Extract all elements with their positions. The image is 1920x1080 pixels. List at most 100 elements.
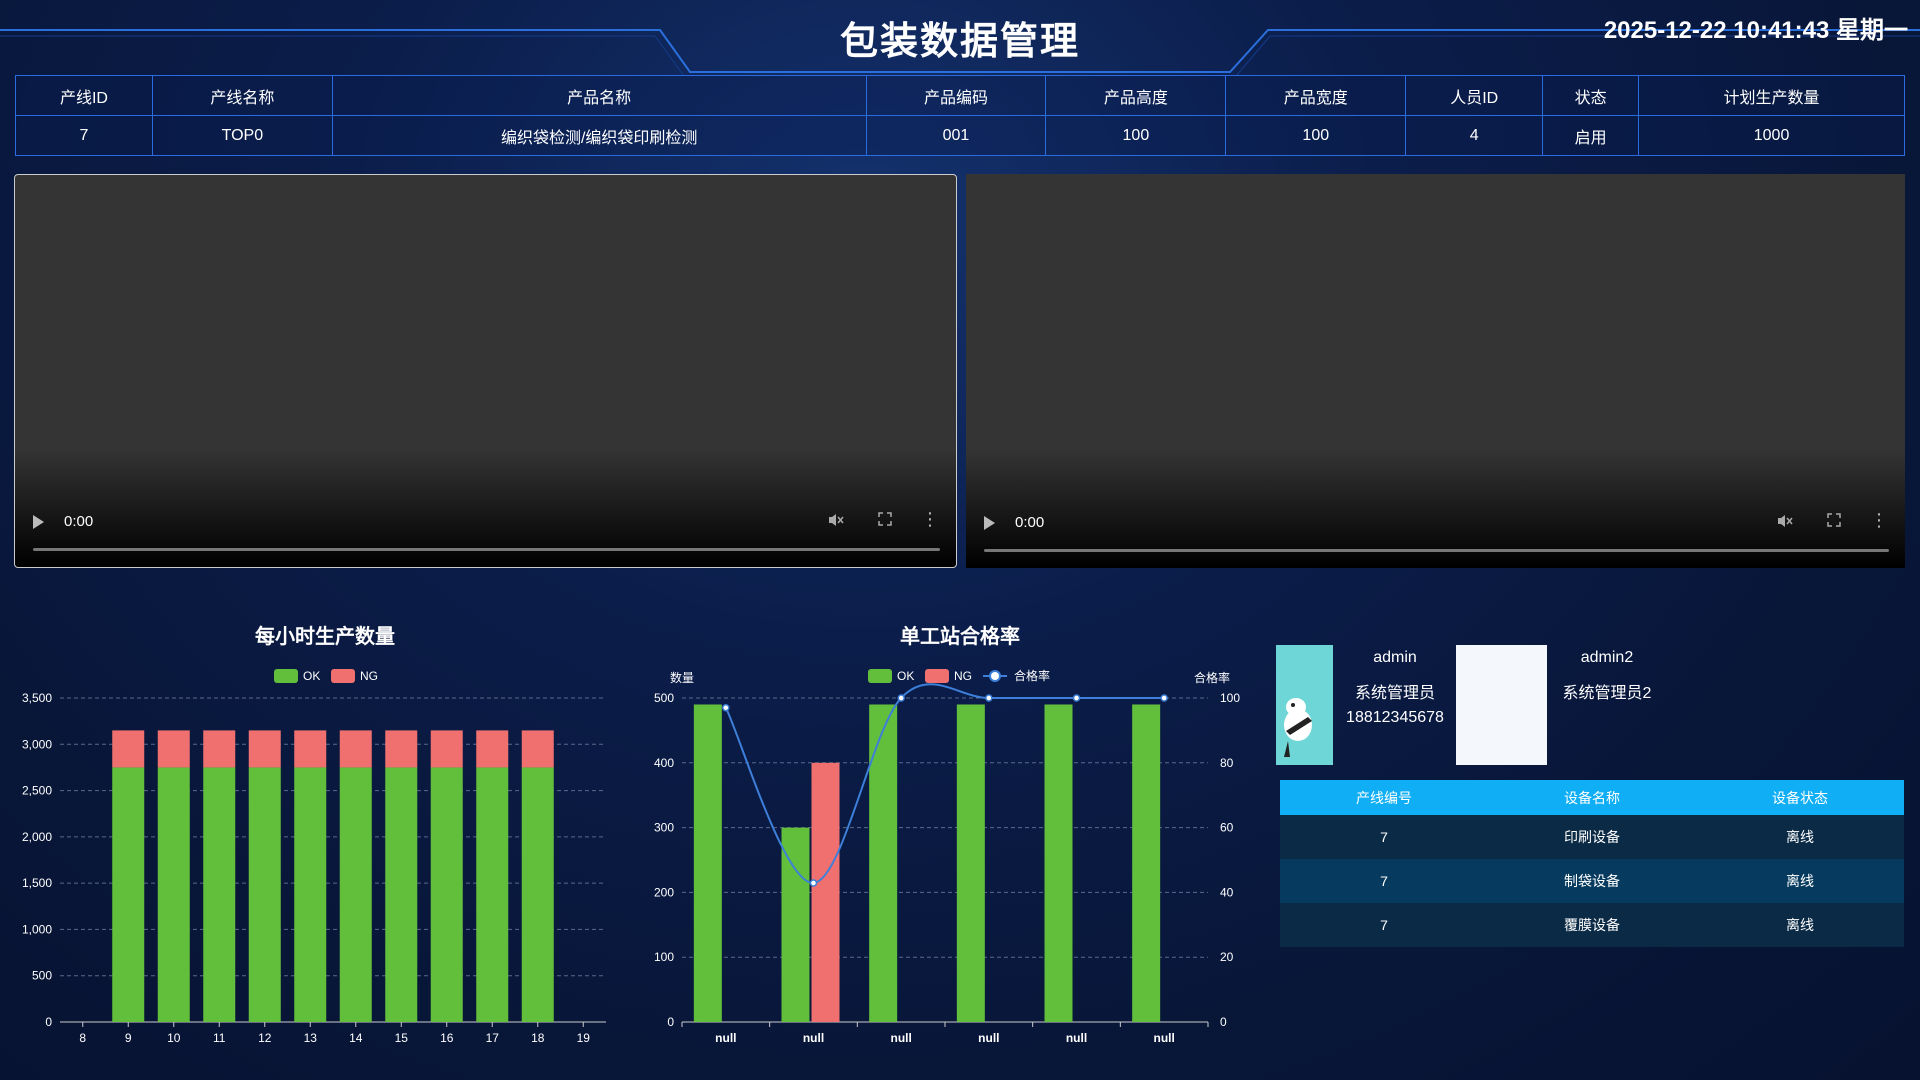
y-tick-label: 500 [654, 691, 674, 705]
legend-swatch [925, 669, 949, 683]
video-player-1[interactable]: 0:00 ⋮ [14, 174, 957, 568]
user-role: 系统管理员2 [1562, 685, 1652, 702]
table-cell: 离线 [1696, 859, 1904, 903]
column-header: 设备名称 [1488, 780, 1696, 815]
legend-swatch [331, 669, 355, 683]
fullscreen-icon[interactable] [1826, 512, 1846, 532]
video-progress-bar[interactable] [984, 549, 1889, 552]
bar-ok [157, 767, 190, 1022]
y2-tick-label: 60 [1220, 821, 1234, 835]
legend-label: OK [303, 669, 320, 683]
video-progress-bar[interactable] [33, 548, 940, 551]
table-cell: 印刷设备 [1488, 815, 1696, 859]
column-header: 人员ID [1405, 75, 1544, 116]
x-tick-label: 11 [213, 1031, 226, 1045]
passrate-point [897, 694, 905, 702]
x-tick-label: 16 [440, 1031, 454, 1045]
x-tick-label: null [715, 1031, 736, 1045]
user-phone: 18812345678 [1346, 709, 1444, 726]
chart-title-hourly: 每小时生产数量 [255, 626, 395, 648]
station-passrate-chart: 数量 合格率 OK NG 合格率 0 100 200 300 400 500 0 20 40 60 80 100… [654, 668, 1240, 1045]
video-player-2[interactable]: 0:00 ⋮ [966, 174, 1905, 568]
y2-tick-label: 0 [1220, 1015, 1227, 1029]
fullscreen-icon[interactable] [877, 511, 897, 531]
chart-title-passrate: 单工站合格率 [900, 626, 1020, 648]
x-tick-label: 18 [531, 1031, 545, 1045]
x-tick-label: 13 [304, 1031, 318, 1045]
legend-label: NG [360, 669, 378, 683]
y-axis-title: 数量 [670, 670, 694, 685]
user-avatar-admin [1276, 645, 1333, 765]
play-icon[interactable] [984, 516, 995, 530]
y-tick-label: 0 [667, 1015, 674, 1029]
y-tick-label: 1,000 [22, 922, 52, 936]
x-tick-label: 10 [167, 1031, 181, 1045]
table-cell: 100 [1225, 115, 1407, 156]
mute-icon[interactable] [1776, 512, 1796, 532]
y-tick-label: 300 [654, 821, 674, 835]
bar-ng [248, 730, 281, 768]
y-tick-label: 1,500 [22, 876, 52, 890]
table-cell: 4 [1405, 115, 1544, 156]
more-options-icon[interactable]: ⋮ [1870, 510, 1888, 532]
bar-ok [203, 767, 236, 1022]
y2-axis-title: 合格率 [1194, 670, 1230, 685]
passrate-point [1072, 694, 1081, 702]
legend-label: 合格率 [1014, 668, 1050, 683]
product-info-table: 产线ID 产线名称 产品名称 产品编码 产品高度 产品宽度 人员ID 状态 计划… [15, 75, 1905, 156]
bar-ok [385, 767, 418, 1022]
column-header: 产品高度 [1045, 75, 1227, 116]
legend-label: NG [954, 669, 972, 683]
legend-label: OK [897, 669, 914, 683]
user-avatar-admin2 [1456, 645, 1547, 765]
y2-tick-label: 80 [1220, 756, 1234, 770]
user-name: admin2 [1580, 649, 1634, 666]
y-tick-label: 2,000 [22, 830, 52, 844]
x-tick-label: 19 [577, 1031, 591, 1045]
table-row: 7 印刷设备 离线 [1280, 815, 1904, 859]
table-cell: 覆膜设备 [1488, 903, 1696, 947]
table-cell: 100 [1045, 115, 1227, 156]
play-icon[interactable] [33, 515, 44, 529]
x-tick-label: 15 [395, 1031, 409, 1045]
table-cell: 启用 [1542, 115, 1640, 156]
column-header: 产线名称 [151, 75, 333, 116]
passrate-point [722, 703, 730, 712]
x-tick-label: 8 [79, 1031, 86, 1045]
bar-ng [203, 730, 236, 768]
table-cell: 离线 [1696, 815, 1904, 859]
bar-ok [1132, 704, 1161, 1022]
column-header: 产品编码 [865, 75, 1047, 116]
legend-swatch [868, 669, 892, 683]
x-tick-label: 14 [349, 1031, 363, 1045]
y-tick-label: 0 [45, 1015, 52, 1029]
y-tick-label: 400 [654, 756, 674, 770]
bar-ok [248, 767, 281, 1022]
column-header: 状态 [1542, 75, 1640, 116]
bar-ok [339, 767, 372, 1022]
bar-ng [476, 730, 509, 768]
table-cell: 7 [1280, 859, 1488, 903]
video-controls: 0:00 ⋮ [966, 498, 1905, 568]
column-header: 产品宽度 [1225, 75, 1407, 116]
bar-ng [811, 762, 840, 1022]
user-name: admin [1373, 649, 1417, 666]
column-header: 产线编号 [1280, 780, 1488, 815]
video-time: 0:00 [64, 513, 94, 530]
y2-tick-label: 20 [1220, 950, 1234, 964]
y-tick-label: 500 [32, 969, 52, 983]
cartoon-avatar-icon [1284, 698, 1312, 757]
bar-ng [112, 730, 145, 768]
user-role: 系统管理员 [1354, 685, 1435, 702]
hourly-production-chart: OK NG 0 500 1,000 1,500 2,000 2,500 3,000 3,500 8 9… [22, 669, 606, 1045]
x-tick-label: 9 [125, 1031, 132, 1045]
header: 包装数据管理 2025-12-22 10:41:43 星期一 [0, 0, 1920, 75]
bar-ok [1044, 704, 1073, 1022]
table-cell: 7 [15, 115, 153, 156]
x-tick-label: 12 [258, 1031, 272, 1045]
bar-ng [430, 730, 463, 768]
mute-icon[interactable] [827, 511, 847, 531]
more-options-icon[interactable]: ⋮ [921, 509, 939, 531]
bar-ok [476, 767, 509, 1022]
bar-ok [521, 767, 554, 1022]
